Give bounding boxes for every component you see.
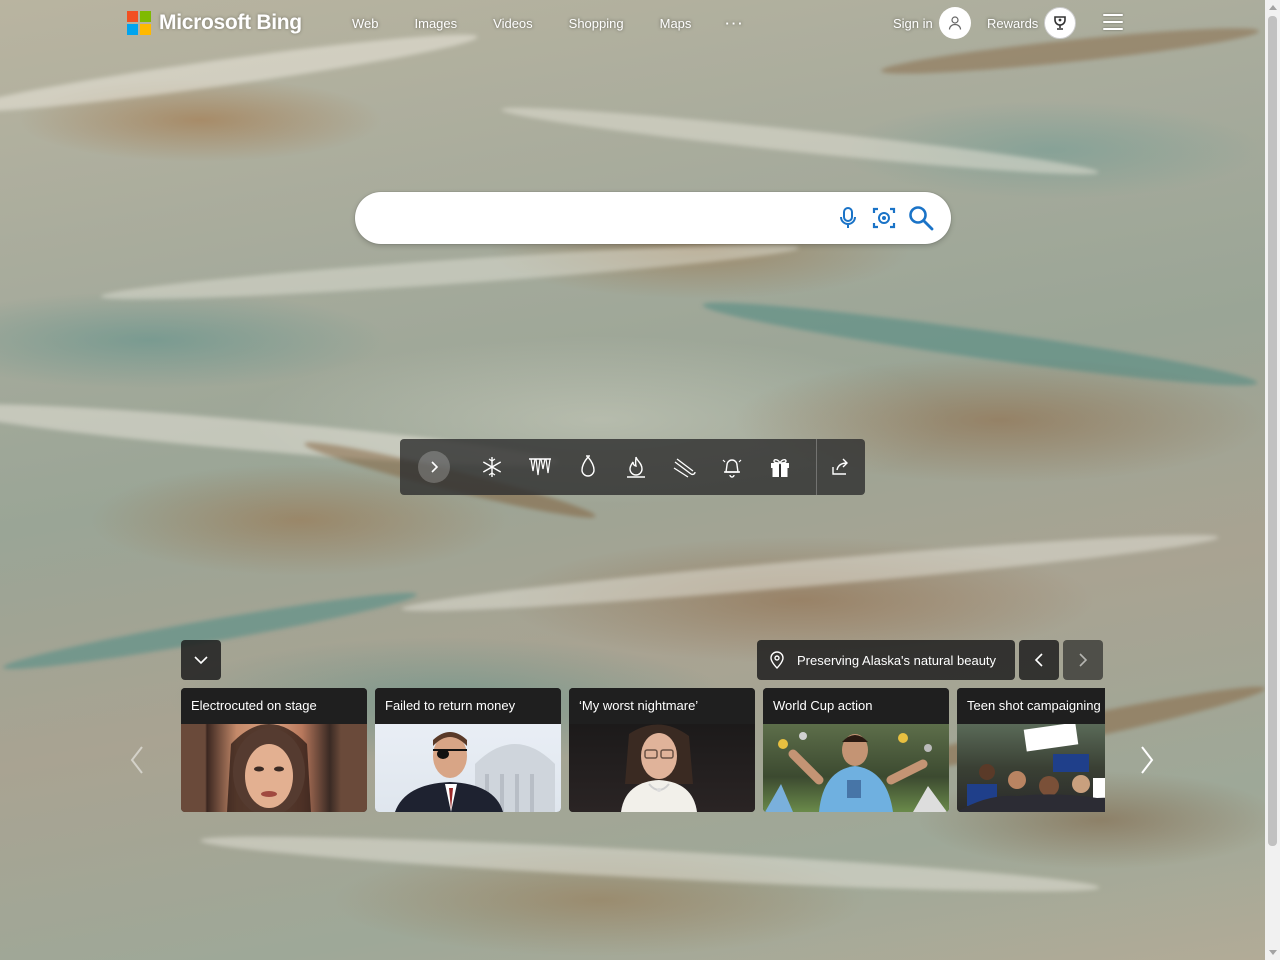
rewards-button[interactable]: Rewards	[987, 7, 1077, 39]
chevron-down-icon	[194, 656, 208, 665]
nav-videos[interactable]: Videos	[493, 16, 533, 31]
news-carousel: Electrocuted on stage Failed to return m…	[181, 688, 1105, 812]
toolbar-divider	[816, 439, 817, 495]
carousel-next-icon[interactable]	[1137, 744, 1157, 776]
search-input[interactable]	[371, 204, 815, 234]
news-card[interactable]: World Cup action	[763, 688, 949, 812]
news-card[interactable]: ‘My worst nightmare’	[569, 688, 755, 812]
scroll-up-arrow-icon[interactable]	[1269, 5, 1277, 10]
chevron-right-icon	[1079, 653, 1088, 667]
news-card-image	[763, 724, 949, 812]
news-card[interactable]: Teen shot campaigning	[957, 688, 1105, 812]
news-card[interactable]: Electrocuted on stage	[181, 688, 367, 812]
next-image-button[interactable]	[1063, 640, 1103, 680]
homepage-icon-toolbar	[400, 439, 865, 495]
news-card-image	[375, 724, 561, 812]
news-card-title: Electrocuted on stage	[181, 688, 367, 724]
news-card-image	[181, 724, 367, 812]
image-info-button[interactable]: Preserving Alaska's natural beauty	[757, 640, 1015, 680]
snowflake-icon[interactable]	[480, 455, 504, 479]
news-card-image	[569, 724, 755, 812]
image-location-text: Preserving Alaska's natural beauty	[797, 652, 997, 668]
avatar-icon	[938, 7, 971, 39]
rewards-label: Rewards	[987, 15, 1039, 31]
visual-search-icon[interactable]	[871, 205, 897, 231]
nav-shopping[interactable]: Shopping	[569, 16, 624, 31]
search-box	[355, 192, 951, 244]
previous-image-button[interactable]	[1019, 640, 1059, 680]
sign-in-button[interactable]: Sign in	[893, 7, 971, 39]
top-nav: Web Images Videos Shopping Maps ···	[352, 16, 780, 31]
news-card-title: Failed to return money	[375, 688, 561, 724]
scroll-down-arrow-icon[interactable]	[1269, 950, 1277, 955]
news-card-title: ‘My worst nightmare’	[569, 688, 755, 724]
microsoft-logo-icon	[127, 11, 151, 35]
news-card-title: Teen shot campaigning	[957, 688, 1105, 724]
gift-icon[interactable]	[768, 455, 792, 479]
news-card-title: World Cup action	[763, 688, 949, 724]
carousel-previous-icon[interactable]	[127, 744, 147, 776]
page-scrollbar[interactable]	[1265, 0, 1280, 960]
brand-name: Microsoft Bing	[159, 11, 302, 34]
nav-more-button[interactable]: ···	[725, 16, 744, 31]
bing-logo[interactable]: Microsoft Bing	[127, 11, 302, 35]
bell-icon[interactable]	[720, 455, 744, 479]
nav-maps[interactable]: Maps	[660, 16, 692, 31]
microphone-icon[interactable]	[835, 205, 861, 231]
sled-icon[interactable]	[672, 455, 696, 479]
nav-images[interactable]: Images	[415, 16, 458, 31]
share-icon[interactable]	[828, 455, 852, 479]
chevron-right-icon[interactable]	[418, 451, 450, 483]
collapse-feed-button[interactable]	[181, 640, 221, 680]
chevron-left-icon	[1034, 653, 1043, 667]
rewards-trophy-icon	[1044, 7, 1077, 39]
icicles-icon[interactable]	[528, 455, 552, 479]
news-card-image	[957, 722, 1105, 812]
nav-web[interactable]: Web	[352, 16, 379, 31]
fire-icon[interactable]	[624, 455, 648, 479]
news-card[interactable]: Failed to return money	[375, 688, 561, 812]
sign-in-label: Sign in	[893, 15, 933, 31]
location-pin-icon	[769, 650, 785, 670]
menu-icon[interactable]	[1103, 14, 1123, 30]
ornament-icon[interactable]	[576, 455, 600, 479]
search-icon[interactable]	[908, 205, 934, 231]
scrollbar-thumb[interactable]	[1268, 16, 1277, 846]
